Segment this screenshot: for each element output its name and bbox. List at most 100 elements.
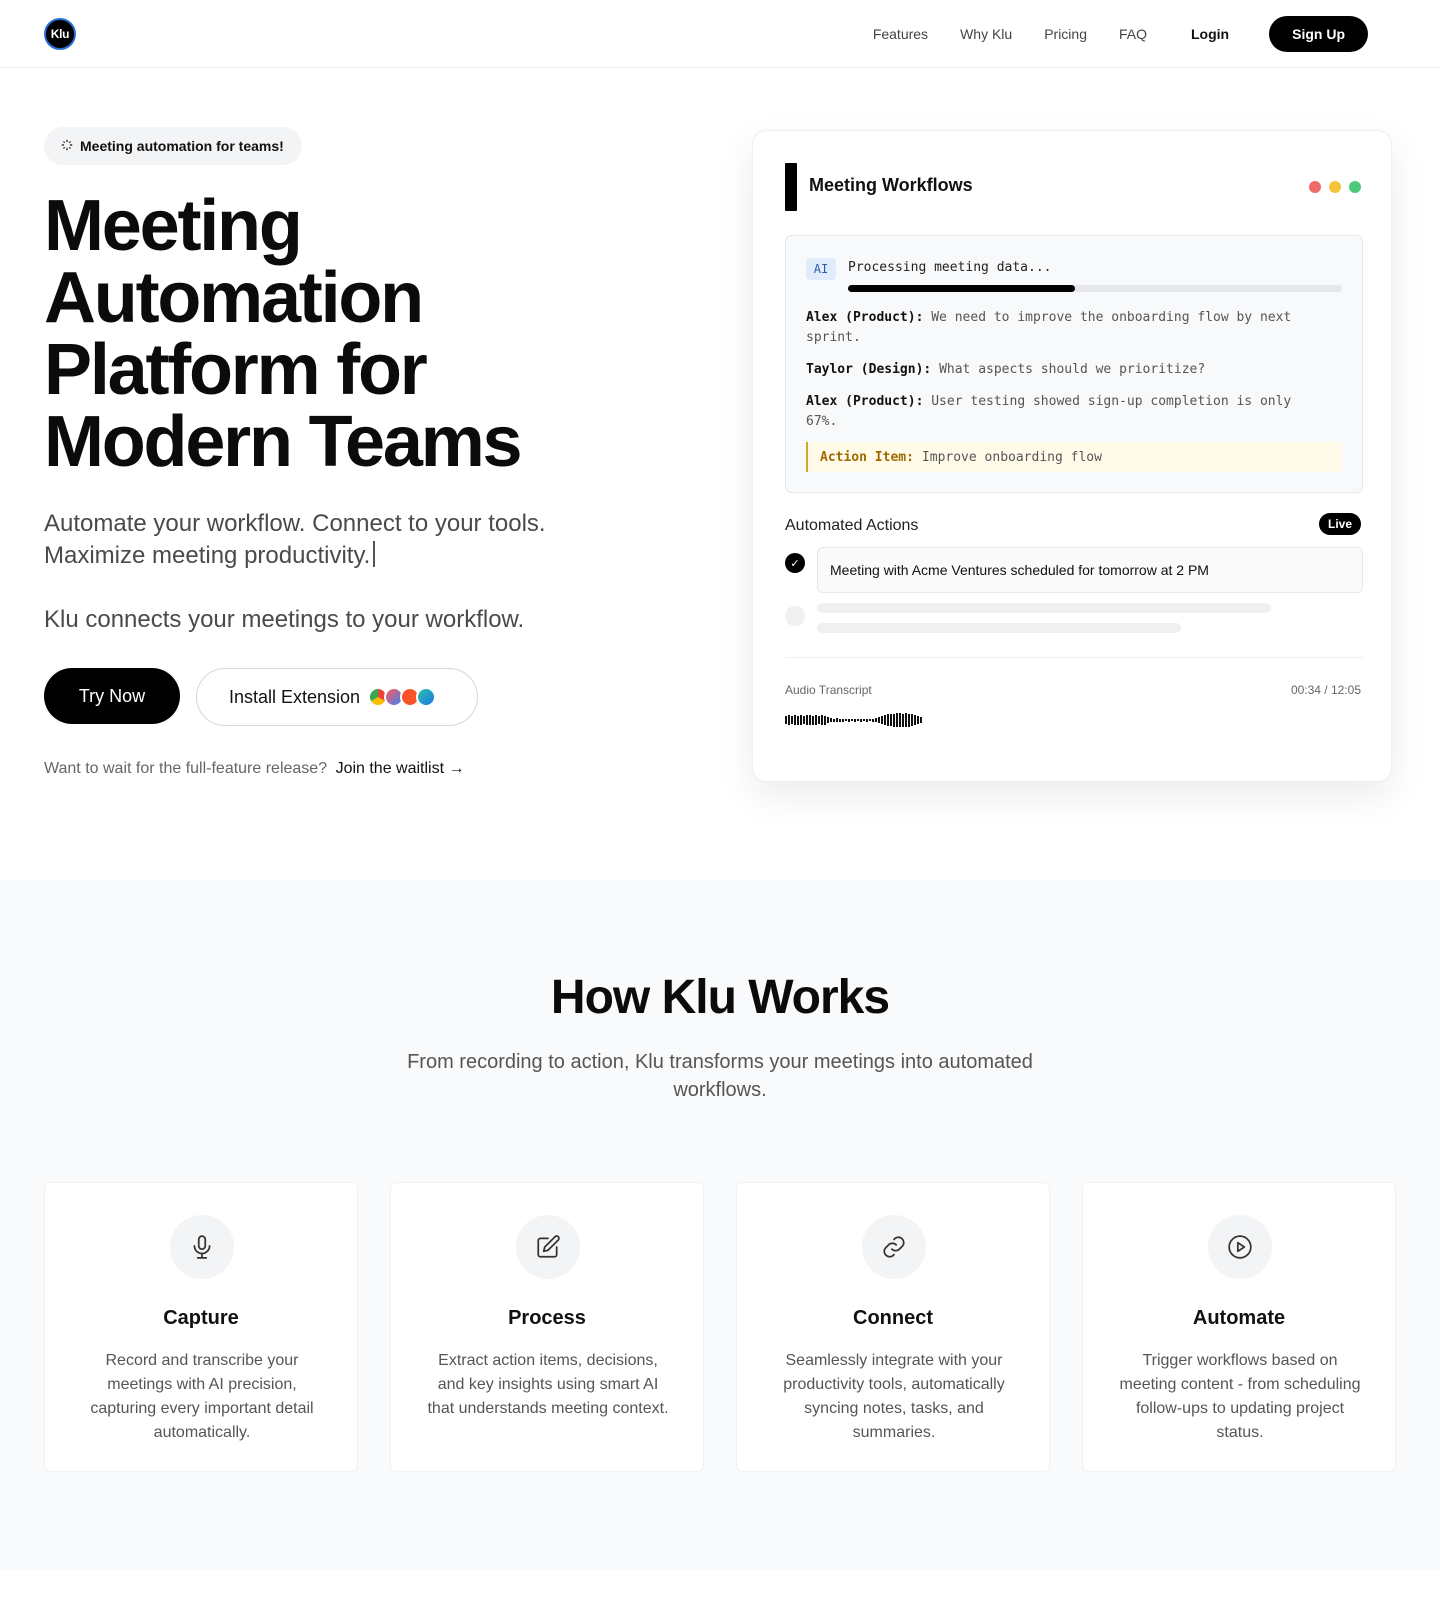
waveform-bar (866, 718, 868, 722)
waveform-bar (821, 715, 823, 725)
hero-badge: Meeting automation for teams! (44, 127, 302, 165)
waveform-bar (908, 713, 910, 727)
logo-text: Klu (50, 27, 70, 41)
try-now-button[interactable]: Try Now (44, 668, 180, 724)
card-accent-bar (785, 163, 797, 211)
hero-subtitle-line1: Automate your workflow. Connect to your … (44, 510, 546, 537)
nav-link-why-klu[interactable]: Why Klu (960, 26, 1012, 42)
step-card-automate: Automate Trigger workflows based on meet… (1082, 1182, 1396, 1472)
waitlist-text: Want to wait for the full-feature releas… (44, 760, 328, 777)
nav-link-pricing[interactable]: Pricing (1044, 26, 1087, 42)
placeholder-bar (817, 623, 1181, 633)
processing-progress (848, 285, 1342, 292)
waveform-bar (905, 713, 907, 727)
speaker: Alex (Product): (806, 310, 924, 325)
hero-title-line: Modern Teams (44, 402, 523, 482)
waveform-bar (902, 713, 904, 727)
transcript-line: Taylor (Design): What aspects should we … (806, 360, 1316, 380)
green-dot (1349, 181, 1361, 193)
progress-fill (848, 285, 1076, 292)
step-card-connect: Connect Seamlessly integrate with your p… (736, 1182, 1050, 1472)
join-waitlist-link[interactable]: Join the waitlist → (336, 760, 465, 777)
waveform-bar (863, 719, 865, 721)
waveform-bar (827, 717, 829, 723)
automated-actions-title: Automated Actions (785, 517, 919, 534)
window-dots (1301, 181, 1361, 193)
klu-logo[interactable]: Klu (44, 18, 76, 50)
waveform-bar (803, 716, 805, 724)
audio-time: 00:34 / 12:05 (1290, 683, 1361, 697)
processing-text: Processing meeting data... (848, 260, 1052, 275)
step-description: Seamlessly integrate with your productiv… (783, 1352, 1005, 1441)
waveform-bar (830, 718, 832, 722)
red-dot (1309, 181, 1321, 193)
waveform-bar (788, 715, 790, 725)
waveform-bar (836, 718, 838, 722)
waveform-bar (785, 716, 787, 724)
transcript-line: Alex (Product): We need to improve the o… (806, 308, 1316, 348)
edge-icon (416, 687, 437, 707)
action-item-highlight: Action Item: Improve onboarding flow (806, 442, 1342, 472)
hero-subtitle-line2: Maximize meeting productivity. (44, 542, 371, 569)
step-description: Record and transcribe your meetings with… (90, 1352, 314, 1441)
waveform-bar (848, 718, 850, 722)
placeholder-bar (817, 603, 1271, 613)
waveform-bar (884, 715, 886, 725)
how-klu-works-section: How Klu Works From recording to action, … (0, 880, 1440, 1570)
waveform-bar (839, 718, 841, 722)
pending-action-placeholder (785, 606, 805, 626)
step-title: Automate (1192, 1307, 1286, 1329)
waveform-bar (809, 715, 811, 725)
step-card-process: Process Extract action items, decisions,… (390, 1182, 704, 1472)
sparkle-icon (60, 138, 74, 155)
waveform-bar (920, 717, 922, 723)
step-card-capture: Capture Record and transcribe your meeti… (44, 1182, 358, 1472)
step-title: Connect (853, 1307, 933, 1329)
section-title: How Klu Works (550, 971, 890, 1024)
nav-link-faq[interactable]: FAQ (1119, 26, 1147, 42)
signup-button[interactable]: Sign Up (1269, 16, 1368, 52)
step-title: Process (508, 1307, 586, 1329)
waveform-bar (818, 716, 820, 724)
waveform-bar (911, 714, 913, 726)
waveform-bar (860, 718, 862, 722)
hero-subtitle: Automate your workflow. Connect to your … (44, 508, 644, 572)
waveform-bar (857, 719, 859, 721)
waveform-bar (797, 715, 799, 725)
waveform-bar (917, 716, 919, 724)
nav-links: Features Why Klu Pricing FAQ Login Sign … (873, 16, 1368, 52)
hero-title-line: Automation (44, 258, 424, 338)
utterance: What aspects should we prioritize? (939, 362, 1206, 377)
card-title: Meeting Workflows (809, 175, 973, 195)
waveform-bar (851, 719, 853, 721)
live-badge: Live (1318, 513, 1361, 535)
waveform-bar (806, 715, 808, 725)
yellow-dot (1329, 181, 1341, 193)
install-extension-button[interactable]: Install Extension (196, 668, 478, 726)
install-extension-label: Install Extension (229, 686, 361, 707)
hero-title-line: Meeting (44, 186, 303, 266)
waitlist-line: Want to wait for the full-feature releas… (44, 760, 465, 778)
edit-icon (516, 1215, 580, 1279)
ai-badge: AI (806, 258, 836, 280)
action-item-text: Improve onboarding flow (921, 449, 1102, 465)
waveform-bar (833, 718, 835, 722)
nav-link-features[interactable]: Features (873, 26, 928, 42)
waveform-bar (845, 719, 847, 721)
transcript-line: Alex (Product): User testing showed sign… (806, 392, 1316, 432)
section-subtitle: From recording to action, Klu transforms… (407, 1051, 1033, 1101)
waveform-bar (854, 718, 856, 722)
waveform-bar (881, 716, 883, 724)
card-divider (785, 657, 1363, 658)
waveform-bar (896, 713, 898, 727)
check-icon: ✓ (785, 553, 805, 573)
action-item-label: Action Item: (820, 449, 914, 465)
login-link[interactable]: Login (1191, 26, 1229, 42)
hero-tagline: Klu connects your meetings to your workf… (44, 606, 525, 633)
speaker: Taylor (Design): (806, 362, 932, 377)
waveform-bar (812, 715, 814, 725)
automated-action-item[interactable]: Meeting with Acme Ventures scheduled for… (817, 547, 1363, 593)
waveform-bar (899, 713, 901, 727)
waveform-bar (815, 715, 817, 725)
waveform-bar (791, 716, 793, 724)
